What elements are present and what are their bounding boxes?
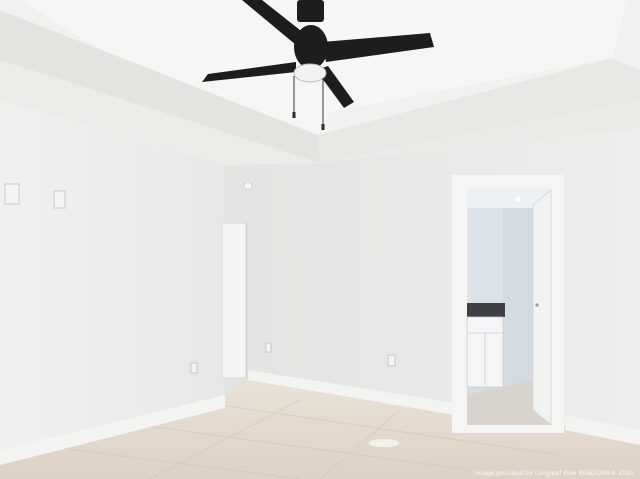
- outlet-plate: [53, 190, 66, 209]
- fan-motor-housing: [294, 25, 328, 69]
- fan-downrod: [297, 0, 324, 22]
- vanity-countertop: [467, 303, 505, 317]
- bathroom-light: [515, 196, 521, 202]
- fan-light-cover: [293, 63, 327, 83]
- photo-watermark: Image provided by Longleaf Pine REALTORS…: [474, 470, 634, 477]
- light-switch-plate: [4, 183, 20, 205]
- floor-debris: [369, 439, 399, 447]
- closet-door: [221, 222, 248, 379]
- room-photo: Image provided by Longleaf Pine REALTORS…: [0, 0, 640, 479]
- smoke-detector: [243, 181, 253, 191]
- outlet-back-wall-1: [265, 342, 272, 353]
- bathroom-door: [532, 189, 552, 426]
- bathroom-wall-far: [467, 208, 503, 300]
- door-knob: [535, 303, 539, 307]
- outlet-back-wall-2: [387, 354, 396, 367]
- room-illustration: [0, 0, 640, 479]
- bathroom-wall-side: [503, 208, 533, 383]
- outlet-left-wall: [190, 362, 198, 374]
